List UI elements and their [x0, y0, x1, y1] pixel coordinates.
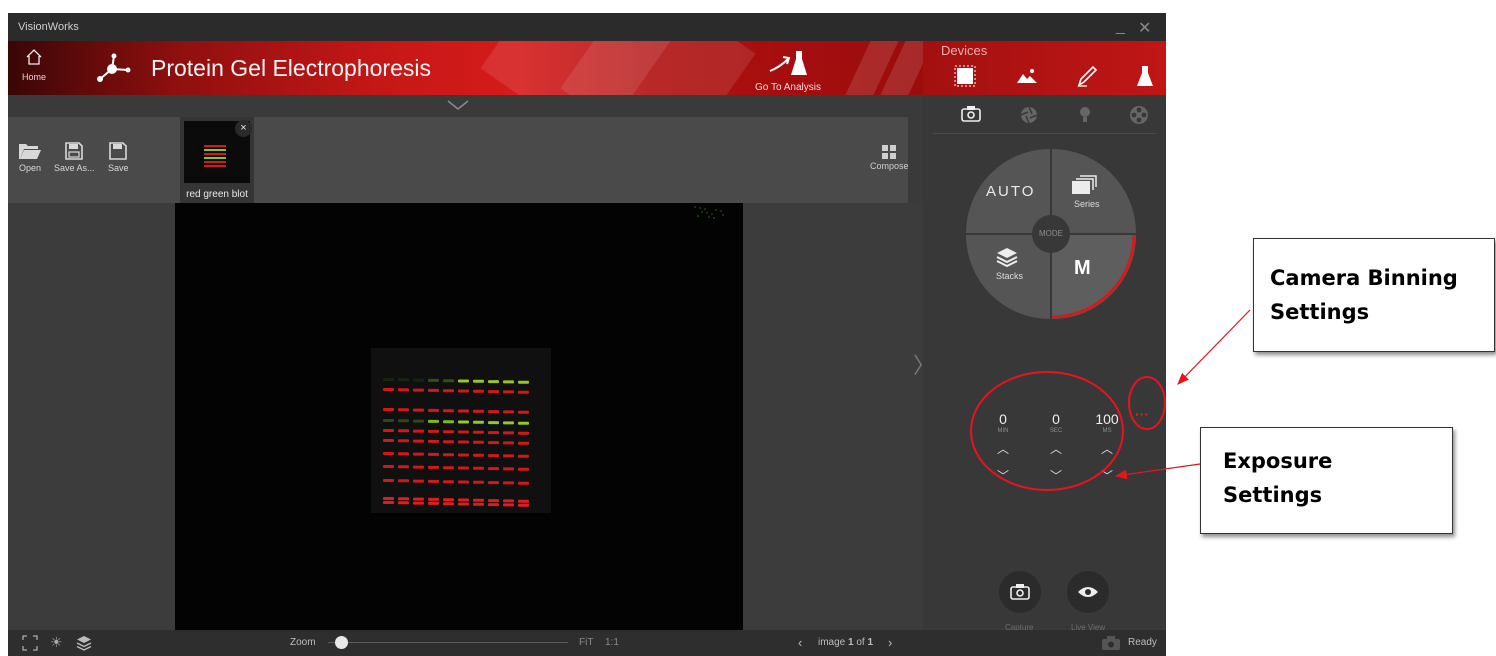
binning-callout: Camera Binning Settings [1253, 238, 1495, 352]
binning-callout-text: Camera Binning Settings [1270, 266, 1458, 324]
binning-highlight [1128, 376, 1166, 430]
exposure-callout-text: Exposure Settings [1223, 449, 1333, 507]
exposure-arrow [1114, 463, 1201, 480]
exposure-highlight [970, 371, 1124, 491]
binning-arrow [1177, 309, 1251, 385]
exposure-callout: Exposure Settings [1200, 427, 1453, 534]
